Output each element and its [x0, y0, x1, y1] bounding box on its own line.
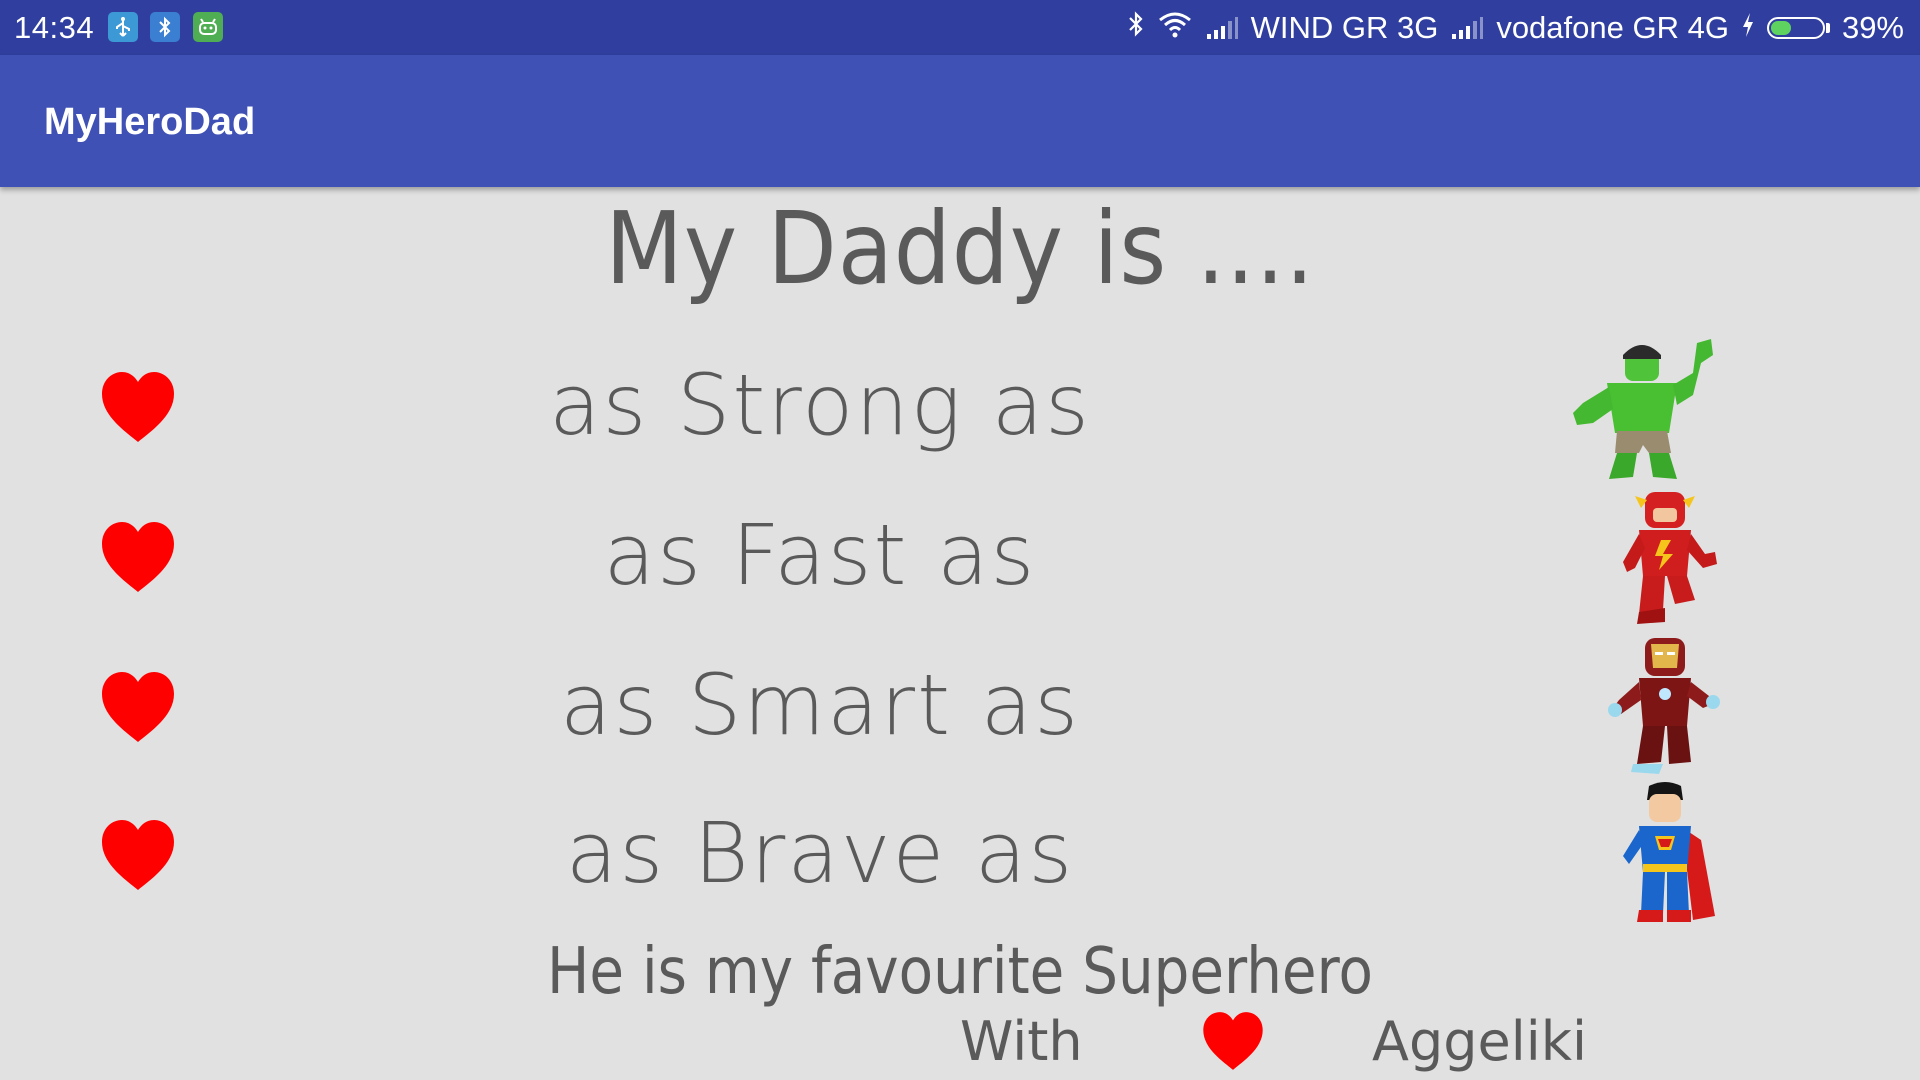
carrier-2-label: vodafone GR 4G [1496, 10, 1729, 45]
row-text-brave: as Brave as [565, 804, 1075, 902]
heart-icon [102, 372, 174, 442]
bluetooth-icon [150, 12, 180, 42]
iron-man-figure [1608, 638, 1720, 774]
battery-percent-label: 39% [1841, 10, 1904, 45]
signal-strength-icon [1205, 16, 1239, 40]
charging-bolt-icon [1741, 10, 1755, 46]
wifi-icon [1157, 10, 1193, 46]
heart-icon [102, 820, 174, 890]
headline: My Daddy is .... [605, 190, 1315, 307]
usb-icon [108, 12, 138, 42]
signal-strength-icon [1450, 16, 1484, 40]
bluetooth-status-icon [1127, 10, 1145, 46]
carrier-1-label: WIND GR 3G [1250, 10, 1439, 45]
signature-prefix: With [960, 1010, 1083, 1073]
status-right-group: WIND GR 3G vodafone GR 4G 39% [1127, 10, 1904, 46]
hulk-figure [1573, 339, 1713, 479]
signature-name: Aggeliki [1372, 1010, 1587, 1073]
superman-figure [1623, 782, 1715, 922]
row-text-strong: as Strong as [549, 356, 1091, 454]
heart-icon [1203, 1012, 1263, 1070]
tagline: He is my favourite Superhero [547, 935, 1373, 1009]
heart-icon [102, 672, 174, 742]
battery-icon [1766, 17, 1830, 39]
battery-level-fill [1770, 21, 1791, 35]
status-time: 14:34 [14, 10, 95, 45]
status-bar: 14:34 WIND GR 3G vodafone GR 4G 39% [0, 0, 1920, 55]
flash-figure [1623, 492, 1717, 624]
row-text-smart: as Smart as [560, 656, 1080, 754]
row-text-fast: as Fast as [603, 506, 1037, 604]
app-title: MyHeroDad [44, 101, 256, 143]
app-screen: 14:34 WIND GR 3G vodafone GR 4G 39% MyHe… [0, 0, 1920, 1080]
heart-icon [102, 522, 174, 592]
android-icon [193, 12, 223, 42]
app-toolbar: MyHeroDad [0, 55, 1920, 187]
